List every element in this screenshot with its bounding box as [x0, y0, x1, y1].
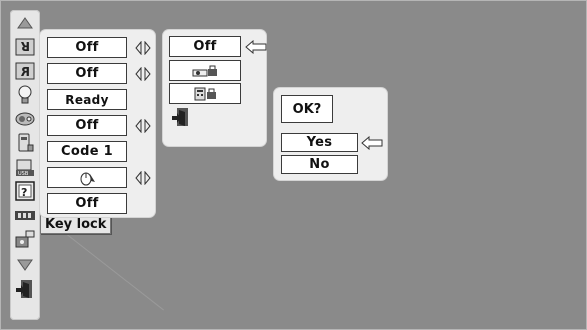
- setting-row-3-value[interactable]: Ready: [47, 89, 127, 110]
- setting-row-6-value[interactable]: [47, 167, 127, 188]
- security-icon[interactable]: [13, 228, 37, 250]
- setting-row-1-value[interactable]: Off: [47, 37, 127, 58]
- confirm-no-button[interactable]: No: [281, 155, 358, 174]
- ceiling-icon[interactable]: R: [13, 60, 37, 82]
- key-lock-projector-option[interactable]: [169, 60, 241, 81]
- key-lock-panel: Off: [163, 30, 267, 146]
- svg-text:R: R: [21, 39, 30, 53]
- help-icon[interactable]: ?: [13, 180, 37, 202]
- setting-row-4-value[interactable]: Off: [47, 115, 127, 136]
- fan-icon[interactable]: [13, 108, 37, 130]
- selection-pointer-icon: [245, 40, 267, 54]
- left-right-arrows-icon[interactable]: [135, 171, 151, 185]
- scroll-down-arrow-icon[interactable]: [13, 254, 37, 276]
- key-lock-tooltip: Key lock: [40, 214, 112, 234]
- scroll-up-arrow-icon[interactable]: [13, 12, 37, 34]
- rear-ceiling-icon[interactable]: R: [13, 36, 37, 58]
- key-lock-remote-option[interactable]: [169, 83, 241, 104]
- svg-text:R: R: [21, 65, 30, 79]
- lamp-icon[interactable]: [13, 84, 37, 106]
- svg-text:USB: USB: [18, 171, 29, 177]
- setting-row-2-value[interactable]: Off: [47, 63, 127, 84]
- exit-icon[interactable]: [13, 278, 37, 300]
- left-right-arrows-icon[interactable]: [135, 67, 151, 81]
- usb-icon[interactable]: USB: [13, 156, 37, 178]
- battery-icon[interactable]: [13, 204, 37, 226]
- setting-row-7-value[interactable]: Off: [47, 193, 127, 214]
- remote-lock-icon: [194, 87, 216, 100]
- mouse-icon: [80, 172, 95, 185]
- svg-text:?: ?: [21, 186, 27, 199]
- projector-lock-icon: [192, 65, 217, 76]
- confirm-yes-button[interactable]: Yes: [281, 133, 358, 152]
- menu-sidebar: R R USB ?: [10, 10, 40, 320]
- exit-icon[interactable]: [171, 106, 191, 128]
- left-right-arrows-icon[interactable]: [135, 41, 151, 55]
- key-lock-off-option[interactable]: Off: [169, 36, 241, 57]
- left-right-arrows-icon[interactable]: [135, 119, 151, 133]
- settings-panel: Off Off Ready Off Code 1 Off: [40, 30, 155, 217]
- confirm-question: OK?: [281, 95, 333, 123]
- setting-row-5-value[interactable]: Code 1: [47, 141, 127, 162]
- remote-control-icon[interactable]: [13, 132, 37, 154]
- selection-pointer-icon: [361, 136, 383, 150]
